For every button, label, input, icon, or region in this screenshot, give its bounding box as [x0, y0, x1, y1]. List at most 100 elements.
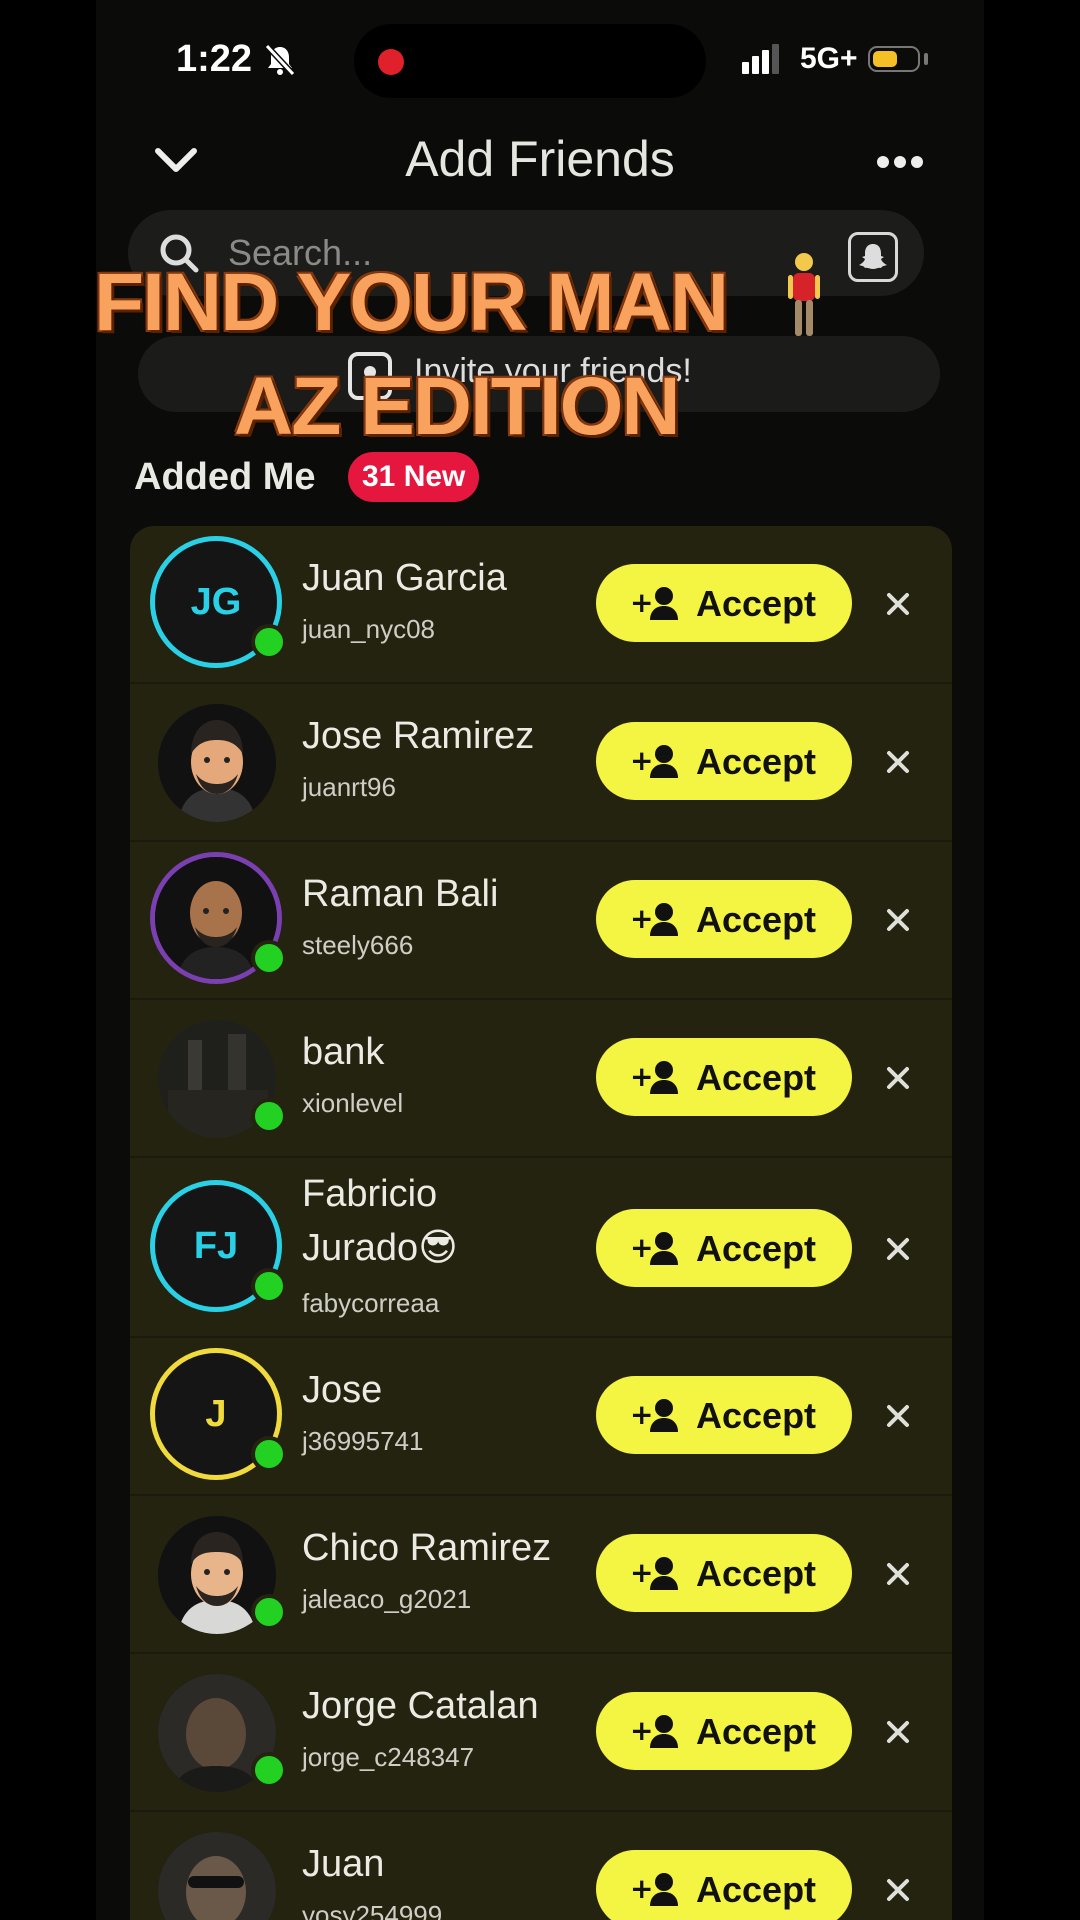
close-icon[interactable]	[886, 1878, 910, 1902]
added-me-heading: Added Me	[134, 456, 316, 498]
page-title: Add Friends	[405, 131, 675, 187]
list-item: Raman Bali steely666 + Accept	[130, 842, 952, 1000]
accept-button[interactable]: + Accept	[596, 722, 852, 800]
list-item: JG Juan Garcia juan_nyc08 + Accept	[130, 526, 952, 684]
svg-text:+: +	[630, 902, 653, 935]
add-friend-icon: +	[630, 744, 678, 778]
friend-name: Fabricio	[302, 1173, 438, 1215]
network-label: 5G+	[800, 42, 858, 75]
more-options-icon[interactable]	[876, 155, 924, 169]
accept-label: Accept	[696, 1228, 817, 1269]
friend-name: Juan Garcia	[302, 557, 507, 599]
add-friend-icon: +	[630, 1231, 678, 1265]
friend-username: juan_nyc08	[302, 614, 435, 644]
accept-button[interactable]: + Accept	[596, 1534, 852, 1612]
friend-username: steely666	[302, 930, 414, 960]
status-time: 1:22	[176, 38, 253, 80]
new-count-badge: 31 New	[348, 452, 480, 502]
add-friend-icon: +	[630, 902, 678, 936]
friend-name: Juan	[302, 1843, 385, 1885]
dynamic-island	[354, 24, 706, 98]
online-indicator	[251, 1268, 287, 1304]
bell-muted-icon	[264, 43, 296, 77]
svg-text:+: +	[630, 1556, 653, 1589]
accept-label: Accept	[696, 1553, 817, 1594]
svg-text:+: +	[630, 1872, 653, 1905]
photo-avatar-icon	[158, 1832, 276, 1920]
svg-text:+: +	[630, 1060, 653, 1093]
close-icon[interactable]	[886, 592, 910, 616]
battery-nub	[924, 53, 928, 65]
add-friend-icon: +	[630, 1872, 678, 1906]
accept-button[interactable]: + Accept	[596, 1692, 852, 1770]
list-item: Chico Ramirez jaleaco_g2021 + Accept	[130, 1496, 952, 1654]
online-indicator	[251, 1098, 287, 1134]
friend-username: juanrt96	[302, 772, 396, 802]
add-friend-icon: +	[630, 1556, 678, 1590]
friend-username: jorge_c248347	[302, 1742, 475, 1772]
add-friend-icon: +	[630, 1714, 678, 1748]
accept-label: Accept	[696, 1711, 817, 1752]
app-screen: 1:22 5G+ Add Friends Search... Invite yo…	[96, 0, 984, 1920]
friend-username: fabycorreaa	[302, 1288, 440, 1318]
online-indicator	[251, 1594, 287, 1630]
list-item: Juan yosy254999 + Accept	[130, 1812, 952, 1920]
list-item: Jorge Catalan jorge_c248347 + Accept	[130, 1654, 952, 1812]
accept-button[interactable]: + Accept	[596, 880, 852, 958]
bitmoji-avatar-icon	[158, 704, 276, 822]
friend-name: bank	[302, 1031, 385, 1073]
close-icon[interactable]	[886, 908, 910, 932]
list-item: bank xionlevel + Accept	[130, 1000, 952, 1158]
list-item: J Jose j36995741 + Accept	[130, 1338, 952, 1496]
added-me-list: JG Juan Garcia juan_nyc08 + Accept Jose …	[130, 526, 952, 1920]
close-icon[interactable]	[886, 1404, 910, 1428]
friend-username: jaleaco_g2021	[302, 1584, 472, 1614]
friend-username: yosy254999	[302, 1900, 443, 1920]
close-icon[interactable]	[886, 1237, 910, 1261]
friend-name: Jose Ramirez	[302, 715, 535, 757]
accept-label: Accept	[696, 741, 817, 782]
battery-icon	[868, 46, 920, 72]
accept-button[interactable]: + Accept	[596, 1376, 852, 1454]
friend-name: Jose	[302, 1369, 383, 1411]
close-icon[interactable]	[886, 1562, 910, 1586]
close-icon[interactable]	[886, 1066, 910, 1090]
avatar[interactable]	[158, 704, 276, 822]
friend-username: xionlevel	[302, 1088, 404, 1118]
person-standing-icon	[788, 253, 820, 336]
svg-text:+: +	[630, 586, 653, 619]
svg-text:+: +	[630, 744, 653, 777]
status-bar: 1:22 5G+	[96, 0, 984, 120]
list-item: FJ Fabricio Jurado😎 fabycorreaa + Accept	[130, 1158, 952, 1338]
friend-name: Jorge Catalan	[302, 1685, 539, 1727]
accept-label: Accept	[696, 1869, 817, 1910]
friend-username: j36995741	[302, 1426, 424, 1456]
add-friend-icon: +	[630, 1060, 678, 1094]
accept-label: Accept	[696, 1395, 817, 1436]
friend-name-line2: Jurado😎	[302, 1227, 458, 1269]
svg-text:+: +	[630, 1231, 653, 1264]
overlay-caption-line2: AZ EDITION	[234, 361, 681, 452]
accept-label: Accept	[696, 583, 817, 624]
list-item: Jose Ramirez juanrt96 + Accept	[130, 684, 952, 842]
online-indicator	[251, 1436, 287, 1472]
friend-name: Raman Bali	[302, 873, 499, 915]
friend-name: Chico Ramirez	[302, 1527, 552, 1569]
signal-icon	[742, 44, 779, 74]
svg-text:+: +	[630, 1398, 653, 1431]
accept-button[interactable]: + Accept	[596, 564, 852, 642]
avatar[interactable]	[158, 1832, 276, 1920]
accept-button[interactable]: + Accept	[596, 1038, 852, 1116]
add-friend-icon: +	[630, 586, 678, 620]
close-icon[interactable]	[886, 1720, 910, 1744]
overlay-caption-line1: FIND YOUR MAN	[96, 257, 729, 348]
snapcode-scan-icon[interactable]	[848, 232, 898, 282]
accept-button[interactable]: + Accept	[596, 1209, 852, 1287]
close-icon[interactable]	[886, 750, 910, 774]
online-indicator	[251, 1752, 287, 1788]
recording-indicator-icon	[378, 49, 404, 75]
accept-button[interactable]: + Accept	[596, 1850, 852, 1920]
accept-label: Accept	[696, 1057, 817, 1098]
svg-text:+: +	[630, 1714, 653, 1747]
add-friend-icon: +	[630, 1398, 678, 1432]
